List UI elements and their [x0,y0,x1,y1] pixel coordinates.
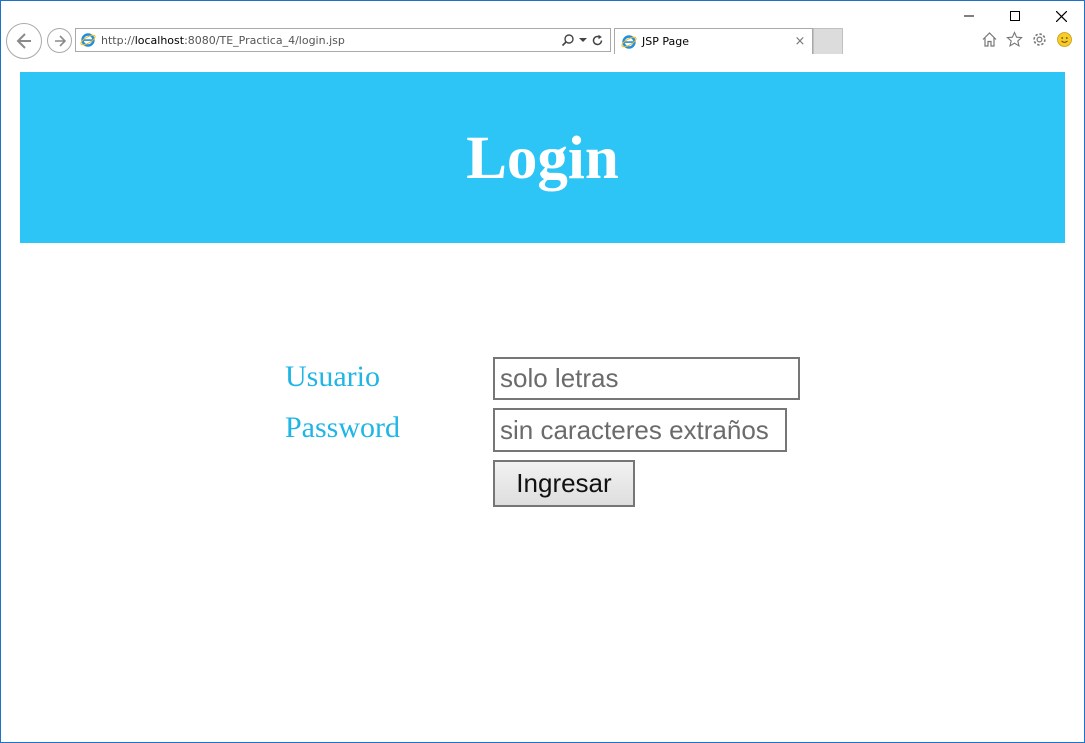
refresh-icon[interactable] [591,34,604,47]
window-controls [946,1,1084,31]
search-icon[interactable] [561,33,575,47]
home-icon [982,32,997,47]
ie-logo-icon [621,34,637,49]
settings-button[interactable] [1030,30,1049,49]
ie-logo-icon [80,33,96,47]
feedback-button[interactable] [1055,30,1074,49]
browser-window: http://localhost:8080/TE_Practica_4/logi… [0,0,1085,743]
arrow-right-icon [54,34,66,47]
browser-tools [980,30,1074,49]
ingresar-button[interactable]: Ingresar [493,460,635,507]
home-button[interactable] [980,30,999,49]
tab-jsp-page[interactable]: JSP Page × [614,28,813,54]
page-title: Login [466,124,619,192]
minimize-icon [964,15,974,17]
usuario-input[interactable] [493,357,800,400]
tab-label: JSP Page [642,35,689,48]
url-host: localhost [134,33,185,47]
forward-button[interactable] [47,28,72,53]
close-icon [1055,10,1067,22]
smiley-icon [1057,32,1072,47]
password-label: Password [285,411,401,444]
password-input[interactable] [493,408,787,452]
dropdown-arrow-icon[interactable] [579,37,587,43]
url-text: http://localhost:8080/TE_Practica_4/logi… [101,34,561,47]
tab-close-icon[interactable]: × [791,34,809,49]
address-actions [561,33,604,47]
maximize-icon [1010,11,1020,21]
url-path: :8080/TE_Practica_4/login.jsp [184,33,345,47]
address-bar[interactable]: http://localhost:8080/TE_Practica_4/logi… [75,28,611,52]
back-button[interactable] [6,23,42,59]
new-tab-button[interactable] [813,28,843,54]
page-header: Login [20,72,1065,243]
gear-icon [1033,33,1046,46]
star-icon [1006,31,1023,48]
usuario-label: Usuario [285,360,380,393]
favorites-button[interactable] [1005,30,1024,49]
close-window-button[interactable] [1038,1,1084,31]
url-scheme: http:// [101,33,135,47]
maximize-button[interactable] [992,1,1038,31]
minimize-button[interactable] [946,1,992,31]
arrow-left-icon [16,33,31,49]
